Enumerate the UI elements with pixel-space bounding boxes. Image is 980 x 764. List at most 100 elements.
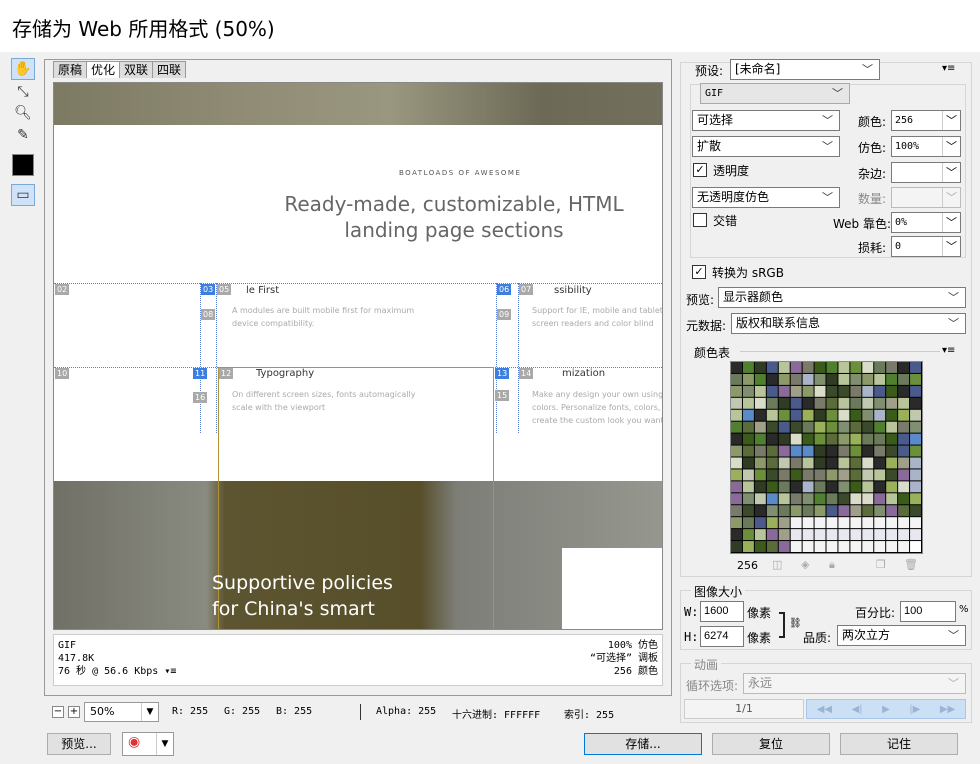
color-swatch[interactable] bbox=[826, 362, 838, 373]
color-swatch[interactable] bbox=[862, 433, 874, 445]
color-swatch[interactable] bbox=[790, 385, 802, 397]
color-swatch[interactable] bbox=[742, 362, 754, 373]
color-swatch[interactable] bbox=[742, 517, 754, 529]
lock-color-icon[interactable]: 🔒︎ bbox=[829, 558, 835, 572]
color-swatch[interactable] bbox=[754, 409, 766, 421]
color-swatch[interactable] bbox=[826, 529, 838, 541]
format-select[interactable]: GIF ﹀ bbox=[700, 83, 850, 104]
color-swatch[interactable] bbox=[802, 529, 814, 541]
color-swatch[interactable] bbox=[886, 397, 898, 409]
slice-tag[interactable]: 10 bbox=[55, 368, 70, 379]
preset-select[interactable]: [未命名] ﹀ bbox=[730, 59, 880, 80]
color-swatch[interactable] bbox=[778, 457, 790, 469]
color-swatch[interactable] bbox=[886, 529, 898, 541]
color-swatch[interactable] bbox=[886, 373, 898, 385]
color-swatch[interactable] bbox=[850, 493, 862, 505]
color-swatch[interactable] bbox=[838, 362, 850, 373]
metadata-select[interactable]: 版权和联系信息 ﹀ bbox=[731, 313, 966, 334]
slice-tag[interactable]: 02 bbox=[55, 284, 70, 295]
color-swatch[interactable] bbox=[874, 421, 886, 433]
eyedropper-tool-icon[interactable]: ✎ bbox=[11, 124, 35, 146]
slice-select-tool-icon[interactable]: ⤡ bbox=[11, 81, 35, 103]
color-swatch[interactable] bbox=[886, 421, 898, 433]
slice-tag[interactable]: 03 bbox=[201, 284, 216, 295]
browser-select[interactable]: ◉ ▼ bbox=[122, 732, 174, 756]
color-swatch[interactable] bbox=[850, 529, 862, 541]
optimize-menu-icon[interactable]: ▾≡ bbox=[942, 63, 955, 74]
color-swatch[interactable] bbox=[754, 529, 766, 541]
color-swatch[interactable] bbox=[862, 493, 874, 505]
color-swatch[interactable] bbox=[814, 445, 826, 457]
color-swatch[interactable] bbox=[910, 409, 921, 421]
color-swatch[interactable] bbox=[838, 433, 850, 445]
color-swatch[interactable] bbox=[754, 481, 766, 493]
color-swatch[interactable] bbox=[874, 433, 886, 445]
color-swatch[interactable] bbox=[874, 517, 886, 529]
color-swatch[interactable] bbox=[731, 445, 742, 457]
color-swatch[interactable] bbox=[850, 505, 862, 517]
color-swatch[interactable] bbox=[790, 541, 802, 552]
color-swatch[interactable] bbox=[910, 517, 921, 529]
color-swatch[interactable] bbox=[790, 529, 802, 541]
color-swatch[interactable] bbox=[826, 385, 838, 397]
color-swatch[interactable] bbox=[862, 445, 874, 457]
color-swatch[interactable] bbox=[862, 362, 874, 373]
color-swatch[interactable] bbox=[838, 457, 850, 469]
color-swatch[interactable] bbox=[742, 373, 754, 385]
color-swatch[interactable] bbox=[778, 385, 790, 397]
color-swatch[interactable] bbox=[778, 469, 790, 481]
color-swatch[interactable] bbox=[754, 445, 766, 457]
play-icon[interactable]: ▶ bbox=[882, 704, 890, 715]
color-swatch[interactable] bbox=[731, 517, 742, 529]
slice-tag[interactable]: 09 bbox=[497, 309, 512, 320]
toggle-slices-icon[interactable]: ▭ bbox=[11, 184, 35, 206]
color-swatch[interactable] bbox=[898, 505, 910, 517]
zoom-tool-icon[interactable]: 🔍︎ bbox=[11, 102, 35, 124]
color-swatch[interactable] bbox=[802, 385, 814, 397]
color-swatch[interactable] bbox=[766, 385, 778, 397]
color-swatch[interactable] bbox=[754, 493, 766, 505]
color-swatch[interactable] bbox=[838, 385, 850, 397]
color-swatch[interactable] bbox=[778, 421, 790, 433]
color-swatch[interactable] bbox=[814, 505, 826, 517]
color-swatch[interactable] bbox=[814, 409, 826, 421]
color-swatch[interactable] bbox=[910, 445, 921, 457]
color-swatch[interactable] bbox=[802, 421, 814, 433]
color-swatch[interactable] bbox=[742, 481, 754, 493]
color-swatch[interactable] bbox=[731, 493, 742, 505]
color-swatch[interactable] bbox=[766, 457, 778, 469]
color-swatch[interactable] bbox=[790, 469, 802, 481]
dither-input[interactable]: 100% ﹀ bbox=[891, 136, 961, 157]
color-swatch[interactable] bbox=[742, 397, 754, 409]
color-swatch[interactable] bbox=[886, 433, 898, 445]
color-swatch[interactable] bbox=[766, 481, 778, 493]
color-swatch[interactable] bbox=[731, 541, 742, 552]
color-swatch[interactable] bbox=[754, 362, 766, 373]
color-swatch[interactable] bbox=[874, 469, 886, 481]
color-swatch[interactable] bbox=[778, 493, 790, 505]
reset-button[interactable]: 复位 bbox=[712, 733, 830, 755]
color-swatch[interactable] bbox=[898, 397, 910, 409]
color-swatch[interactable] bbox=[731, 362, 742, 373]
color-swatch[interactable] bbox=[766, 373, 778, 385]
color-swatch[interactable] bbox=[910, 529, 921, 541]
slice-tag[interactable]: 11 bbox=[193, 368, 208, 379]
transparency-dither-select[interactable]: 无透明度仿色 ﹀ bbox=[692, 187, 840, 208]
color-swatch[interactable] bbox=[814, 433, 826, 445]
color-swatch[interactable] bbox=[910, 493, 921, 505]
percent-input[interactable]: 100 bbox=[900, 601, 956, 622]
color-swatch[interactable] bbox=[898, 433, 910, 445]
color-swatch[interactable] bbox=[731, 385, 742, 397]
color-swatch[interactable] bbox=[910, 421, 921, 433]
color-swatch[interactable] bbox=[766, 409, 778, 421]
color-swatch[interactable] bbox=[826, 397, 838, 409]
color-swatch[interactable] bbox=[742, 457, 754, 469]
color-swatch[interactable] bbox=[742, 529, 754, 541]
color-swatch[interactable] bbox=[898, 469, 910, 481]
first-frame-icon[interactable]: ◀◀ bbox=[817, 704, 832, 715]
color-swatch[interactable] bbox=[838, 469, 850, 481]
color-swatch[interactable] bbox=[766, 493, 778, 505]
color-swatch[interactable] bbox=[862, 397, 874, 409]
color-swatch[interactable] bbox=[886, 362, 898, 373]
color-swatch[interactable] bbox=[814, 517, 826, 529]
